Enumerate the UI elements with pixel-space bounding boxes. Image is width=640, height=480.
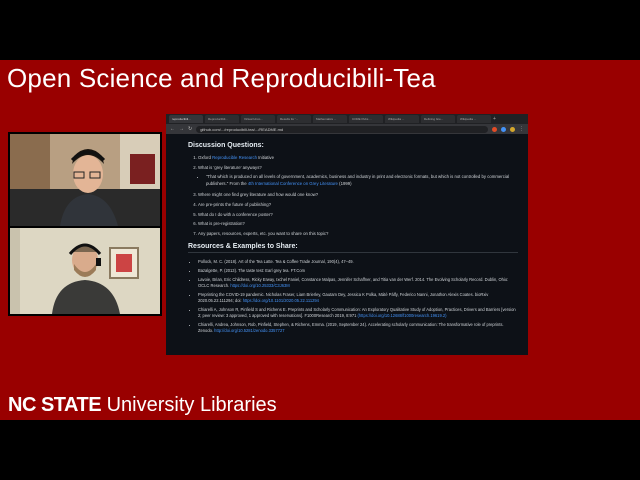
resources-heading: Resources & Examples to Share: — [188, 243, 298, 251]
doi-link[interactable]: (https://doi.org/10.12688/f1000research.… — [358, 313, 447, 318]
doi-link[interactable]: http://doi.org/10.5281/zenodo.3357727 — [214, 328, 284, 333]
extension-icon[interactable] — [492, 126, 497, 132]
back-icon[interactable]: ← — [170, 124, 175, 134]
discussion-list: Oxford Reproducible Research Initiative … — [188, 155, 518, 237]
list-item: Pollock, M. C. (2018). Art of the Tea La… — [198, 259, 518, 265]
item-text: What is 'grey literature' anyways? — [198, 164, 262, 170]
browser-tab[interactable]: CORE Pubs ... — [349, 115, 383, 123]
browser-tab[interactable]: Results for '... — [277, 115, 311, 123]
browser-tab[interactable]: Mathematics ... — [313, 115, 347, 123]
readme-content: Discussion Questions: Oxford Reproducibl… — [166, 134, 528, 334]
forward-icon[interactable]: → — [179, 124, 184, 134]
new-tab-icon[interactable]: + — [493, 115, 496, 123]
item-text: Initiative — [257, 155, 274, 160]
sub-list: "That which is produced on all levels of… — [198, 174, 518, 187]
slide-background: Open Science and Reproducibili-Tea repro… — [0, 60, 640, 420]
extension-icon[interactable] — [501, 126, 506, 132]
logo-light-text: University Libraries — [106, 394, 277, 416]
list-item: Oxford Reproducible Research Initiative — [198, 155, 518, 162]
list-item: Where might one find grey literature and… — [198, 192, 518, 199]
address-bar[interactable]: github.com/.../reproducibili-tea/.../REA… — [196, 125, 488, 133]
menu-icon[interactable]: ⋮ — [519, 124, 524, 134]
reproducible-research-link[interactable]: Reproducible Research — [212, 155, 257, 160]
reload-icon[interactable]: ↻ — [188, 124, 192, 134]
list-item: Preprinting the COVID-19 pandemic. Nicho… — [198, 292, 518, 304]
browser-tab-bar: reproducibili... Reproducibili... Virtua… — [166, 114, 528, 124]
discussion-heading: Discussion Questions: — [188, 142, 264, 149]
slide-title: Open Science and Reproducibili-Tea — [7, 63, 436, 93]
webcam-1-image — [10, 134, 160, 226]
extension-icon[interactable] — [510, 126, 515, 132]
doi-link[interactable]: https://doi.org/10.25333/C3J63M — [230, 283, 289, 288]
browser-tab[interactable]: Wikipedia ... — [385, 115, 419, 123]
item-text: (1999) — [337, 180, 352, 186]
browser-tab[interactable]: Reproducibili... — [205, 115, 239, 123]
grey-literature-conference-link[interactable]: 4th International Conference on Grey Lit… — [248, 181, 338, 186]
resources-list: Pollock, M. C. (2018). Art of the Tea La… — [188, 259, 518, 334]
list-item: Chiarelli A, Johnson R, Pinfield S and R… — [198, 307, 518, 319]
browser-toolbar: ← → ↻ github.com/.../reproducibili-tea/.… — [166, 124, 528, 134]
webcam-participant-2 — [8, 226, 162, 316]
browser-tab[interactable]: Wikipedia ... — [457, 115, 491, 123]
sub-list-item: "That which is produced on all levels of… — [206, 174, 518, 187]
shared-browser-window: reproducibili... Reproducibili... Virtua… — [166, 114, 528, 355]
browser-tab[interactable]: Virtual Unco... — [241, 115, 275, 123]
list-item: Lavoie, Brian, Eric Childress, Ricky Erw… — [198, 277, 518, 289]
list-item: What do I do with a conference poster? — [198, 212, 518, 219]
ncsu-libraries-logo: NC STATE University Libraries — [8, 394, 277, 417]
list-item: Bazalgette, P. (2013). The taste test: E… — [198, 268, 518, 274]
webcam-participant-1 — [8, 132, 162, 228]
list-item: Chiarelli, Andrea, Johnson, Rob, Pinfiel… — [198, 322, 518, 334]
browser-tab[interactable]: Defining Gre... — [421, 115, 455, 123]
list-item: Are pre-prints the future of publishing? — [198, 202, 518, 209]
heading-divider — [188, 252, 518, 254]
browser-tab[interactable]: reproducibili... — [169, 115, 203, 123]
logo-bold-text: NC STATE — [8, 394, 102, 416]
webcam-2-image — [10, 228, 160, 314]
doi-link[interactable]: https://doi.org/10.1101/2020.05.22.11129… — [243, 298, 319, 303]
item-text: Preprinting the COVID-19 pandemic. Nicho… — [198, 292, 489, 304]
item-text: Oxford — [198, 155, 213, 160]
list-item: Any papers, resources, experts, etc. you… — [198, 231, 518, 238]
list-item: What is pre-registration? — [198, 221, 518, 228]
list-item: What is 'grey literature' anyways? "That… — [198, 165, 518, 188]
